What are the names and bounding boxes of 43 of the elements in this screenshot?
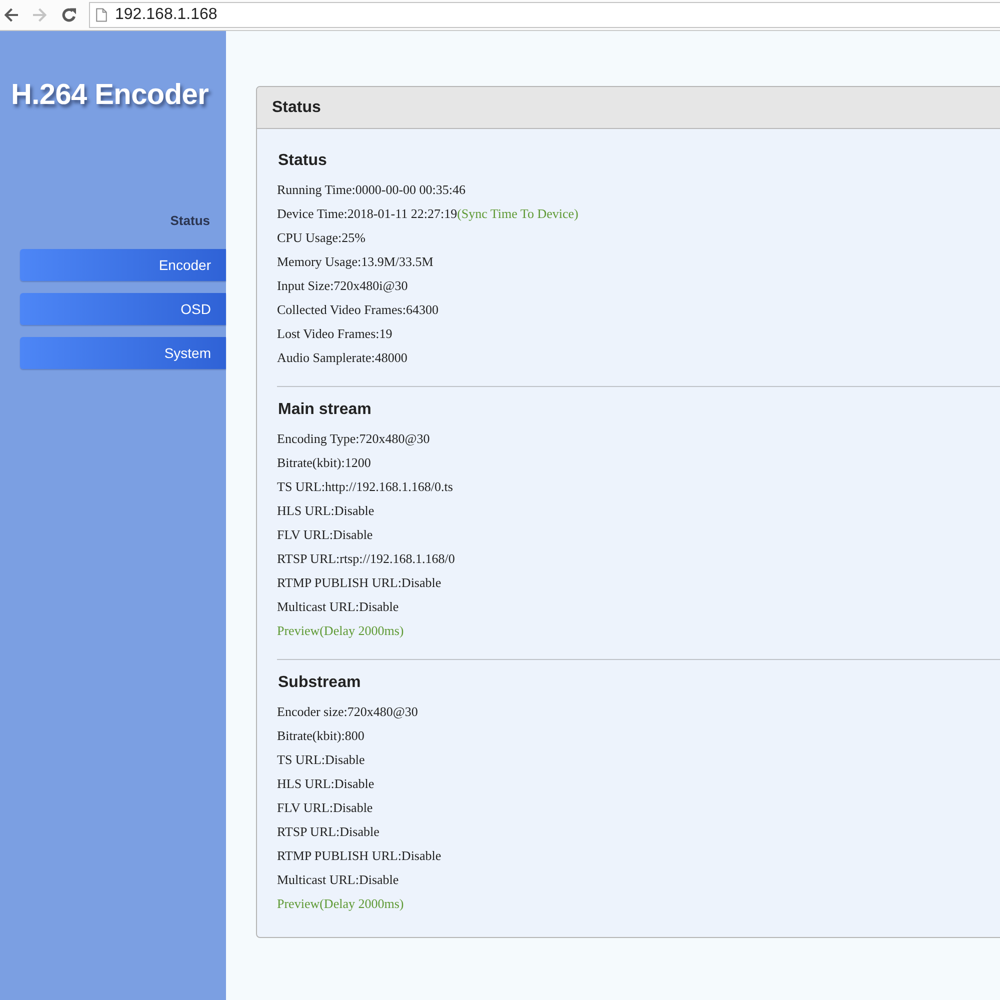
sidebar-item[interactable]: Encoder <box>20 249 226 281</box>
info-text: HLS URL:Disable <box>277 776 374 791</box>
info-text: Memory Usage:13.9M/33.5M <box>277 254 434 269</box>
info-text: Bitrate(kbit):800 <box>277 728 364 743</box>
info-text: RTMP PUBLISH URL:Disable <box>277 575 442 590</box>
info-text: RTSP URL:Disable <box>277 824 380 839</box>
preview-link[interactable]: Preview(Delay 2000ms) <box>277 896 404 911</box>
info-text: RTSP URL:rtsp://192.168.1.168/0 <box>277 551 455 566</box>
preview-link[interactable]: Preview(Delay 2000ms) <box>277 623 404 638</box>
back-arrow-icon <box>3 7 19 23</box>
info-text: Bitrate(kbit):1200 <box>277 455 371 470</box>
sidebar-item[interactable]: System <box>20 337 226 369</box>
page-icon <box>96 8 107 22</box>
info-text: Lost Video Frames:19 <box>277 326 392 341</box>
info-text: Encoding Type:720x480@30 <box>277 431 430 446</box>
info-text: CPU Usage:25% <box>277 230 366 245</box>
sync-time-link[interactable]: (Sync Time To Device) <box>457 206 578 221</box>
info-text: Encoder size:720x480@30 <box>277 704 418 719</box>
info-text: RTMP PUBLISH URL:Disable <box>277 848 442 863</box>
section-heading: Main stream <box>278 400 372 420</box>
info-text: Collected Video Frames:64300 <box>277 302 438 317</box>
back-arrow-button[interactable] <box>3 7 19 23</box>
reload-icon <box>61 7 77 23</box>
logo-text: H.264 Encoder <box>11 78 209 112</box>
info-text: Audio Samplerate:48000 <box>277 350 408 365</box>
reload-button[interactable] <box>61 7 77 23</box>
panel-title: Status <box>272 98 321 118</box>
section-heading: Substream <box>278 673 361 693</box>
info-text: Multicast URL:Disable <box>277 599 399 614</box>
info-text: HLS URL:Disable <box>277 503 374 518</box>
sidebar-item[interactable]: OSD <box>20 293 226 325</box>
info-text: TS URL:http://192.168.1.168/0.ts <box>277 479 453 494</box>
info-text: Running Time:0000-00-00 00:35:46 <box>277 182 466 197</box>
info-text: TS URL:Disable <box>277 752 365 767</box>
info-text: Input Size:720x480i@30 <box>277 278 408 293</box>
info-text: FLV URL:Disable <box>277 800 373 815</box>
info-text: FLV URL:Disable <box>277 527 373 542</box>
address-field[interactable]: 192.168.1.168 <box>89 2 1000 28</box>
section-heading: Status <box>278 151 327 171</box>
info-text: Device Time:2018-01-11 22:27:19(Sync Time To Device) <box>277 206 578 221</box>
info-text: Multicast URL:Disable <box>277 872 399 887</box>
sidebar-item[interactable]: Status <box>20 205 226 237</box>
forward-arrow-icon <box>32 7 48 23</box>
